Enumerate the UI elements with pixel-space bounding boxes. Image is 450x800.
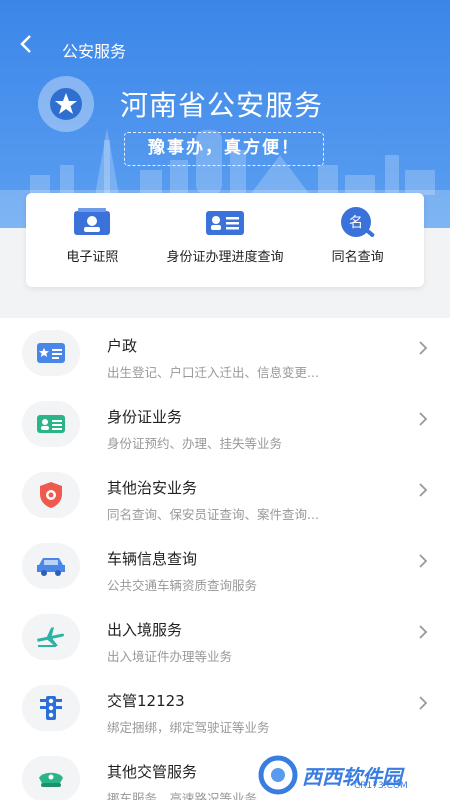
list-item-id-card[interactable]: 身份证业务 身份证预约、办理、挂失等业务: [0, 389, 450, 460]
top-navigation-bar: 公安服务: [0, 28, 450, 68]
list-item-subtitle: 绑定捆绑，绑定驾驶证等业务: [107, 720, 270, 735]
list-item-subtitle: 身份证预约、办理、挂失等业务: [107, 436, 283, 451]
list-item-title: 交管12123: [107, 692, 185, 710]
name-search-icon: 名: [338, 207, 378, 239]
list-item-title: 出入境服务: [107, 621, 183, 639]
police-cap-icon: [22, 756, 80, 800]
back-button[interactable]: [14, 34, 38, 62]
quick-actions-card: 电子证照 身份证办理进度查询 名 同名查询: [26, 193, 424, 287]
list-item-household[interactable]: 户政 出生登记、户口迁入迁出、信息变更...: [0, 318, 450, 389]
list-item-traffic-12123[interactable]: 交管12123 绑定捆绑，绑定驾驶证等业务: [0, 673, 450, 744]
quick-action-label: 同名查询: [331, 250, 384, 265]
shield-icon: [22, 472, 80, 518]
list-item-vehicle-info[interactable]: 车辆信息查询 公共交通车辆资质查询服务: [0, 531, 450, 602]
quick-action-e-license[interactable]: 电子证照: [26, 193, 159, 287]
chevron-left-icon: [20, 35, 31, 53]
chevron-right-icon: [418, 695, 432, 715]
list-item-subtitle: 出生登记、户口迁入迁出、信息变更...: [107, 365, 319, 380]
list-item-title: 户政: [107, 337, 138, 355]
car-icon: [22, 543, 80, 589]
police-emblem-icon: [38, 76, 94, 132]
list-item-title: 身份证业务: [107, 408, 183, 426]
hero-slogan: 豫事办，真方便！: [124, 132, 324, 166]
traffic-light-icon: [22, 685, 80, 731]
chevron-right-icon: [418, 553, 432, 573]
list-item-subtitle: 公共交通车辆资质查询服务: [107, 578, 258, 593]
id-card-icon: [72, 207, 112, 239]
chevron-right-icon: [418, 340, 432, 360]
hero-title: 河南省公安服务: [120, 89, 324, 122]
list-item-title: 其他治安业务: [107, 479, 198, 497]
list-item-subtitle: 同名查询、保安员证查询、案件查询...: [107, 507, 319, 522]
svg-text:名: 名: [349, 215, 363, 231]
service-list: 户政 出生登记、户口迁入迁出、信息变更... 身份证业务 身份证预约、办理、挂失…: [0, 318, 450, 800]
quick-action-name-search[interactable]: 名 同名查询: [291, 193, 424, 287]
watermark-logo: 西西软件园 CR173.COM: [258, 753, 438, 797]
chevron-right-icon: [418, 482, 432, 502]
list-item-public-security[interactable]: 其他治安业务 同名查询、保安员证查询、案件查询...: [0, 460, 450, 531]
list-item-subtitle: 出入境证件办理等业务: [107, 649, 233, 664]
page-title: 公安服务: [62, 42, 127, 61]
quick-action-id-progress[interactable]: 身份证办理进度查询: [159, 193, 292, 287]
chevron-right-icon: [418, 411, 432, 431]
watermark-logo-icon: [258, 755, 298, 795]
household-icon: [22, 330, 80, 376]
chevron-right-icon: [418, 624, 432, 644]
airplane-icon: [22, 614, 80, 660]
list-item-title: 其他交管服务: [107, 763, 198, 781]
id-card-icon: [22, 401, 80, 447]
list-item-exit-entry[interactable]: 出入境服务 出入境证件办理等业务: [0, 602, 450, 673]
quick-action-label: 电子证照: [66, 250, 119, 265]
id-progress-icon: [205, 207, 245, 239]
list-item-title: 车辆信息查询: [107, 550, 198, 568]
quick-action-label: 身份证办理进度查询: [166, 250, 284, 265]
watermark-subtext: CR173.COM: [354, 781, 408, 791]
